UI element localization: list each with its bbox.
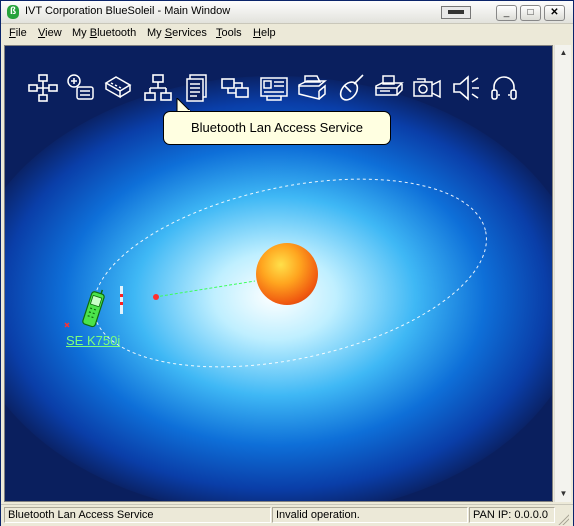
signal-indicator <box>120 286 123 314</box>
fax-dialup-icon[interactable] <box>65 73 95 103</box>
mobile-phone-icon[interactable] <box>81 288 105 330</box>
title-bar[interactable]: ß IVT Corporation BlueSoleil - Main Wind… <box>1 1 573 24</box>
scroll-up-arrow[interactable]: ▲ <box>555 45 572 61</box>
printer-icon[interactable] <box>297 73 328 103</box>
status-bar: Bluetooth Lan Access Service Invalid ope… <box>1 504 573 526</box>
menu-tools[interactable]: Tools <box>216 27 242 39</box>
fax-icon[interactable] <box>374 73 404 103</box>
minimize-to-tray-button[interactable] <box>441 6 471 19</box>
camera-icon[interactable] <box>412 73 442 103</box>
business-card-icon[interactable] <box>259 73 289 103</box>
minimize-button[interactable]: _ <box>496 5 517 21</box>
connection-line <box>154 280 256 298</box>
network-hub-icon[interactable] <box>28 73 58 103</box>
resize-grip[interactable] <box>557 513 569 525</box>
scroll-down-arrow[interactable]: ▼ <box>555 486 572 502</box>
menu-view[interactable]: View <box>38 27 62 39</box>
close-button[interactable]: ✕ <box>544 5 565 21</box>
serial-port-icon[interactable] <box>103 73 133 103</box>
menu-my-services[interactable]: My Services <box>147 27 207 39</box>
connection-endpoint <box>153 294 159 300</box>
vertical-scrollbar[interactable]: ▲ ▼ <box>554 45 571 502</box>
maximize-button[interactable]: □ <box>520 5 541 21</box>
bluetooth-app-icon: ß <box>7 5 19 19</box>
menu-my-bluetooth[interactable]: My Bluetooth <box>72 27 136 39</box>
status-service: Bluetooth Lan Access Service <box>4 507 271 523</box>
menu-file[interactable]: File <box>9 27 27 39</box>
window-title: IVT Corporation BlueSoleil - Main Window <box>25 5 231 17</box>
status-pan-ip: PAN IP: 0.0.0.0 <box>469 507 555 523</box>
device-name-label[interactable]: SE K750i <box>66 333 120 348</box>
mouse-icon[interactable] <box>336 73 366 103</box>
menu-help[interactable]: Help <box>253 27 276 39</box>
local-device-sphere[interactable] <box>256 243 318 305</box>
status-message: Invalid operation. <box>272 507 468 523</box>
menu-bar: File View My Bluetooth My Services Tools… <box>1 24 573 43</box>
service-tooltip: Bluetooth Lan Access Service <box>163 111 391 145</box>
bluetooth-space-view[interactable]: Bluetooth Lan Access Service SE K750i <box>4 45 553 502</box>
paired-mark <box>64 322 70 328</box>
synchronization-icon[interactable] <box>220 73 250 103</box>
speaker-icon[interactable] <box>451 73 481 103</box>
lan-access-icon[interactable] <box>143 73 173 103</box>
main-window: ß IVT Corporation BlueSoleil - Main Wind… <box>0 0 574 526</box>
headset-icon[interactable] <box>489 73 519 103</box>
